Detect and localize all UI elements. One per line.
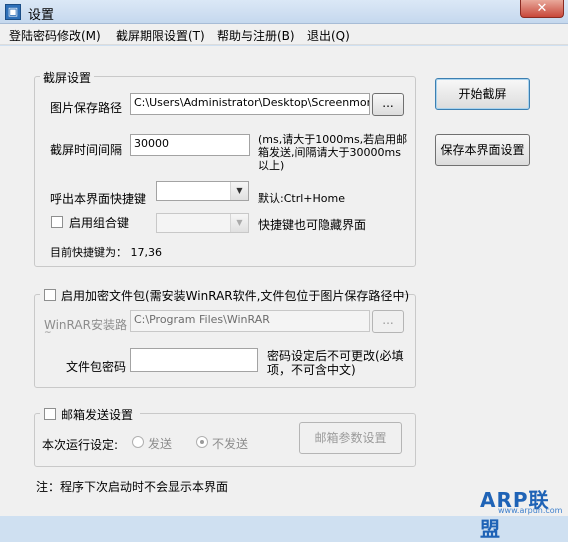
- send-label: 发送: [148, 437, 173, 451]
- nosend-label: 不发送: [212, 437, 249, 451]
- startup-note: 注：程序下次启动时不会显示本界面: [36, 480, 229, 494]
- interval-label: 截屏时间间隔: [50, 143, 123, 157]
- password-label: 文件包密码: [66, 360, 127, 374]
- start-capture-button[interactable]: 开始截屏: [435, 78, 530, 110]
- app-icon: ▣: [5, 4, 21, 20]
- path-input[interactable]: C:\Users\Administrator\Desktop\Screenmon…: [130, 93, 370, 115]
- winrar-browse-button[interactable]: ...: [372, 310, 404, 333]
- menu-item-password[interactable]: 登陆密码修改(M): [9, 27, 101, 44]
- interval-input[interactable]: 30000: [130, 134, 250, 156]
- save-settings-button[interactable]: 保存本界面设置: [435, 134, 530, 166]
- chevron-down-icon: ▼: [230, 182, 248, 200]
- chevron-down-icon: ▼: [230, 214, 248, 232]
- menu-item-exit[interactable]: 退出(Q): [307, 27, 350, 44]
- run-setting-label: 本次运行设定:: [42, 438, 119, 452]
- winrar-label-cont: ~: [44, 328, 52, 338]
- encrypt-checkbox[interactable]: [44, 289, 56, 301]
- mail-legend: 邮箱发送设置: [61, 408, 134, 422]
- path-browse-button[interactable]: ...: [372, 93, 404, 116]
- send-radio[interactable]: [132, 436, 144, 448]
- hotkey-combo[interactable]: ▼: [156, 181, 249, 201]
- menu-item-capture-period[interactable]: 截屏期限设置(T): [116, 27, 205, 44]
- mail-params-button[interactable]: 邮箱参数设置: [299, 422, 402, 454]
- capture-settings-legend: 截屏设置: [40, 69, 95, 86]
- winrar-path-input[interactable]: C:\Program Files\WinRAR: [130, 310, 370, 332]
- menu-item-help[interactable]: 帮助与注册(B): [217, 27, 295, 44]
- interval-hint: (ms,请大于1000ms,若启用邮箱发送,间隔请大于30000ms以上): [258, 133, 408, 172]
- path-label: 图片保存路径: [50, 101, 123, 115]
- hotkey-default: 默认:Ctrl+Home: [258, 192, 345, 205]
- winrar-label: WinRAR安装路: [44, 318, 127, 332]
- nosend-radio[interactable]: [196, 436, 208, 448]
- combo-key-label: 启用组合键: [69, 216, 130, 230]
- current-hotkey: 目前快捷键为： 17,36: [50, 246, 162, 259]
- title-bar: [0, 0, 568, 24]
- password-input[interactable]: [130, 348, 258, 372]
- watermark-url: www.arpun.com: [498, 506, 563, 515]
- close-button[interactable]: ✕: [520, 0, 564, 18]
- password-hint: 密码设定后不可更改(必填项，不可含中文): [267, 349, 404, 377]
- encrypt-legend: 启用加密文件包(需安装WinRAR软件,文件包位于图片保存路径中): [61, 289, 410, 303]
- mail-checkbox[interactable]: [44, 408, 56, 420]
- combo-key-select[interactable]: ▼: [156, 213, 249, 233]
- hotkey-label: 呼出本界面快捷键: [50, 192, 147, 206]
- window-title: 设置: [28, 8, 55, 23]
- combo-key-hint: 快捷键也可隐藏界面: [258, 218, 367, 232]
- combo-key-checkbox[interactable]: [51, 216, 63, 228]
